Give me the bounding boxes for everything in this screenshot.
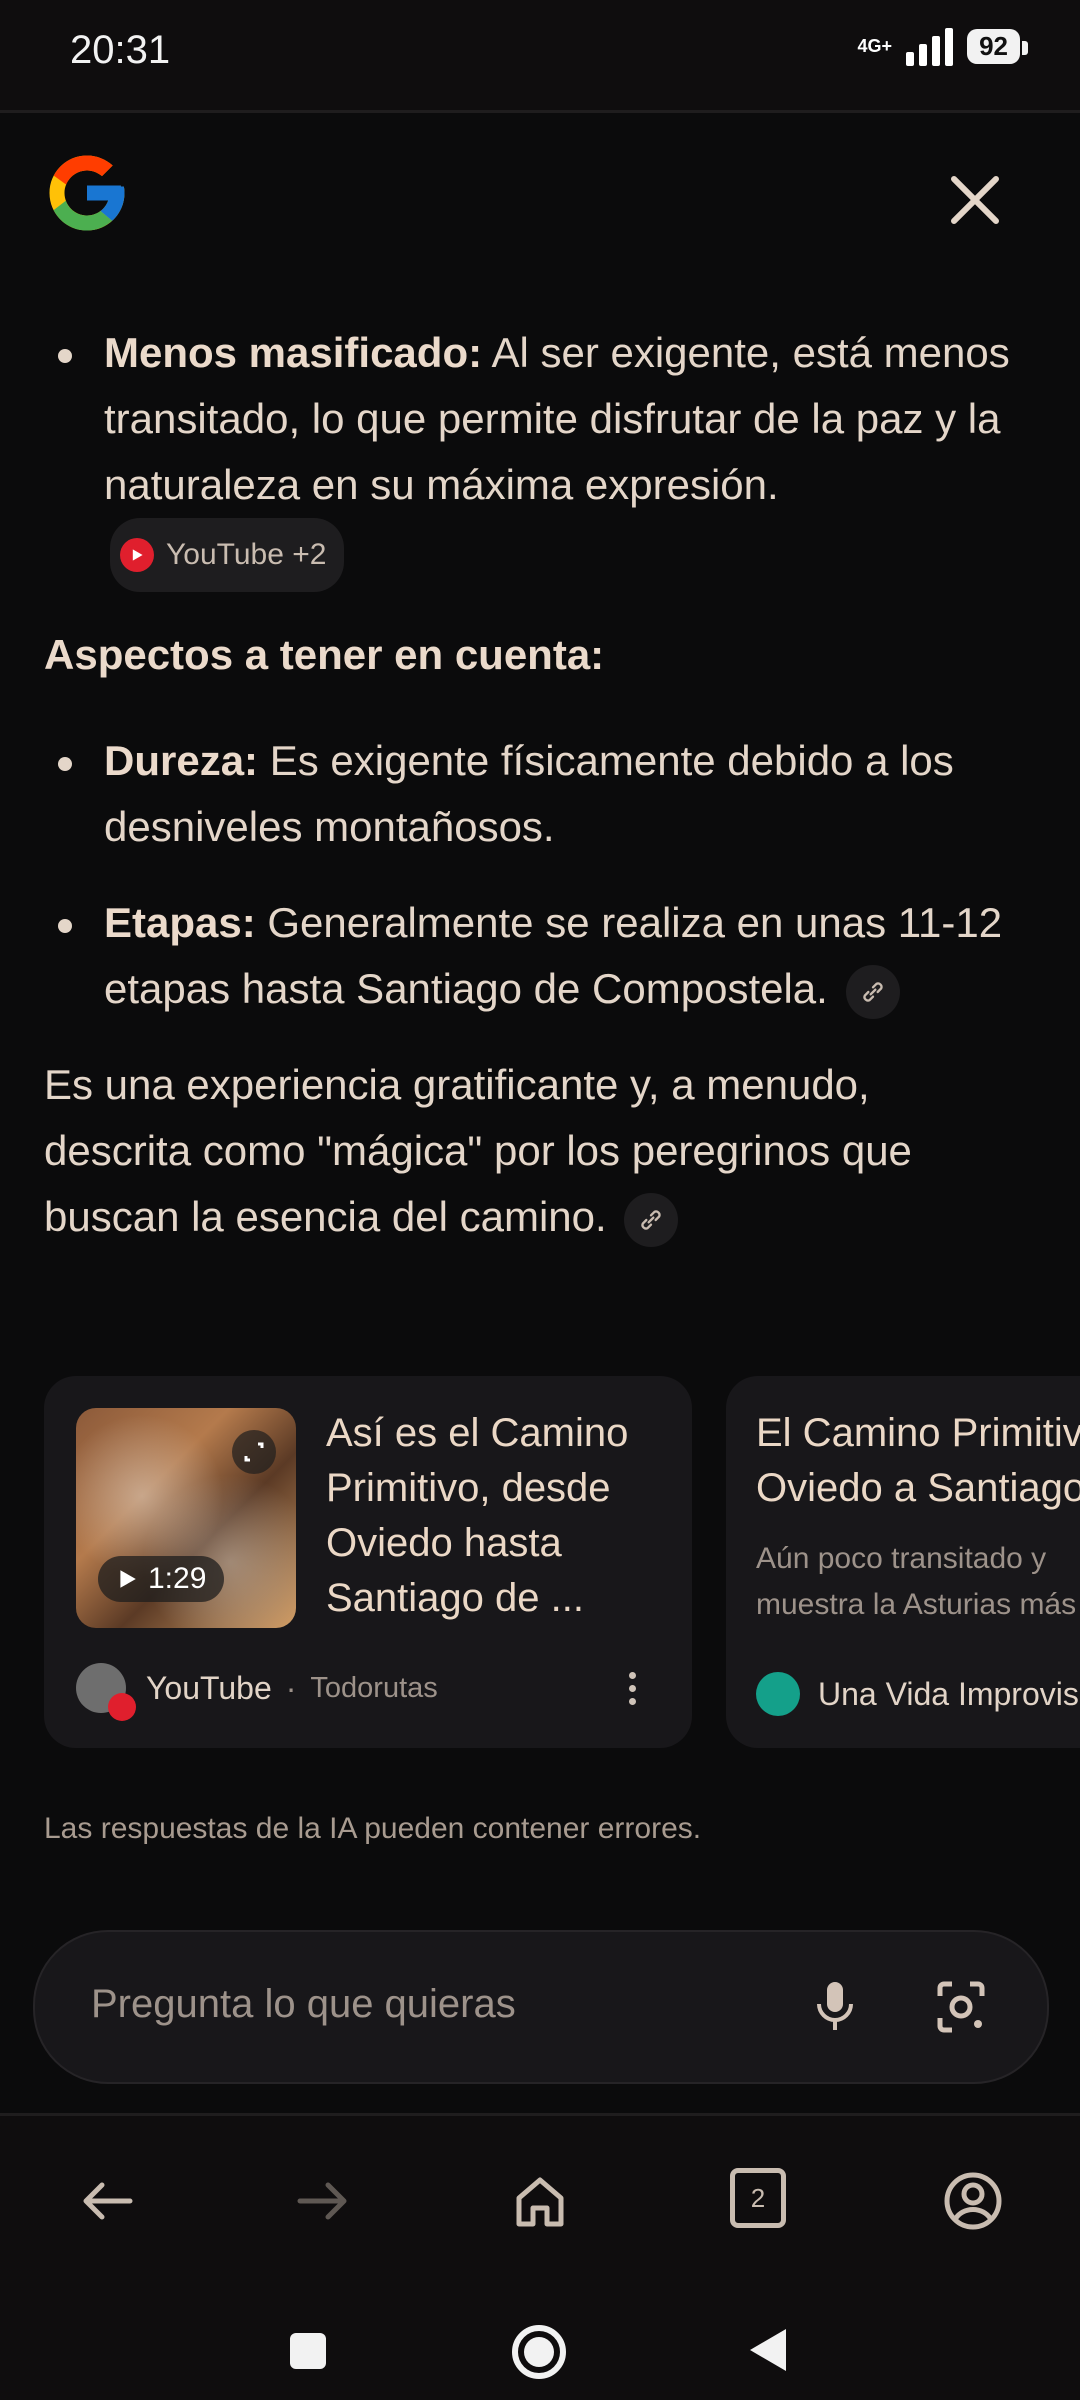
source-chip[interactable]: YouTube +2	[110, 518, 345, 592]
bullet-label: Etapas:	[104, 899, 256, 946]
card-title-line: Oviedo a Santiago	[756, 1466, 1080, 1510]
source-chip-label: YouTube +2	[166, 538, 327, 571]
card-author: Todorutas	[310, 1671, 438, 1704]
search-input[interactable]: Pregunta lo que quieras	[91, 1982, 516, 2027]
network-type: 4G+	[857, 36, 893, 56]
card-source: Una Vida Improvisada	[818, 1675, 1080, 1712]
forward-arrow-icon[interactable]	[288, 2166, 358, 2236]
microphone-icon[interactable]	[805, 1976, 865, 2036]
link-icon[interactable]	[845, 964, 900, 1019]
paragraph-text: Es una experiencia gratificante y, a men…	[44, 1061, 912, 1240]
youtube-icon	[120, 538, 154, 572]
ai-answer: Menos masificado: Al ser exigente, está …	[44, 320, 1024, 1250]
card-footer: YouTube · Todorutas	[76, 1658, 656, 1721]
account-icon[interactable]	[938, 2166, 1008, 2236]
card-source: YouTube	[146, 1669, 272, 1706]
play-icon	[120, 1570, 136, 1588]
card-footer: Una Vida Improvisada	[756, 1672, 1080, 1716]
browser-bottom-nav: 2	[0, 2113, 1080, 2286]
home-icon[interactable]	[505, 2166, 575, 2236]
card-title[interactable]: Así es el Camino Primitivo, desde Oviedo…	[326, 1406, 666, 1626]
list-item: Etapas: Generalmente se realiza en unas …	[44, 890, 1024, 1022]
expand-icon[interactable]	[232, 1430, 276, 1474]
list-item: Menos masificado: Al ser exigente, está …	[44, 320, 1024, 592]
video-card[interactable]: 1:29 Así es el Camino Primitivo, desde O…	[44, 1376, 692, 1748]
status-bar: 20:31 4G+ 92	[0, 0, 1080, 113]
google-lens-icon[interactable]	[930, 1976, 992, 2038]
close-icon[interactable]	[940, 165, 1010, 235]
bullet-label: Menos masificado:	[104, 329, 483, 376]
summary-paragraph: Es una experiencia gratificante y, a men…	[44, 1052, 1024, 1250]
card-description: Aún poco transitado y muestra la Asturia…	[756, 1536, 1080, 1628]
system-nav-bar	[0, 2283, 1080, 2400]
bullet-label: Dureza:	[104, 737, 259, 784]
card-title[interactable]: El Camino Primitivo Oviedo a Santiago	[756, 1406, 1080, 1516]
system-back-icon[interactable]	[746, 2325, 790, 2375]
separator: ·	[285, 1669, 297, 1706]
site-icon	[756, 1672, 800, 1716]
more-options-icon[interactable]	[629, 1671, 636, 1705]
recents-icon[interactable]	[286, 2329, 330, 2373]
tab-switcher-button[interactable]: 2	[730, 2168, 786, 2228]
ai-disclaimer: Las respuestas de la IA pueden contener …	[44, 1812, 702, 1845]
duration-text: 1:29	[148, 1562, 207, 1595]
list-item: Dureza: Es exigente físicamente debido a…	[44, 728, 1024, 860]
video-duration: 1:29	[98, 1556, 225, 1602]
home-circle-icon[interactable]	[510, 2323, 568, 2381]
card-desc-line: muestra la Asturias más	[756, 1588, 1077, 1621]
card-desc-line: Aún poco transitado y	[756, 1542, 1047, 1575]
google-g-logo	[49, 155, 125, 231]
source-cards-carousel[interactable]: 1:29 Así es el Camino Primitivo, desde O…	[44, 1376, 1080, 1748]
back-arrow-icon[interactable]	[72, 2166, 142, 2236]
search-bar[interactable]: Pregunta lo que quieras	[33, 1930, 1049, 2084]
card-title-line: El Camino Primitivo	[756, 1411, 1080, 1455]
link-icon[interactable]	[624, 1192, 679, 1247]
section-heading: Aspectos a tener en cuenta:	[44, 631, 605, 678]
status-icons: 4G+ 92	[857, 26, 1028, 66]
article-card[interactable]: El Camino Primitivo Oviedo a Santiago Aú…	[726, 1376, 1080, 1748]
battery-icon: 92	[967, 28, 1028, 64]
signal-icon	[906, 26, 954, 66]
avatar	[76, 1663, 136, 1721]
video-thumbnail[interactable]: 1:29	[76, 1408, 296, 1628]
clock: 20:31	[70, 28, 171, 72]
